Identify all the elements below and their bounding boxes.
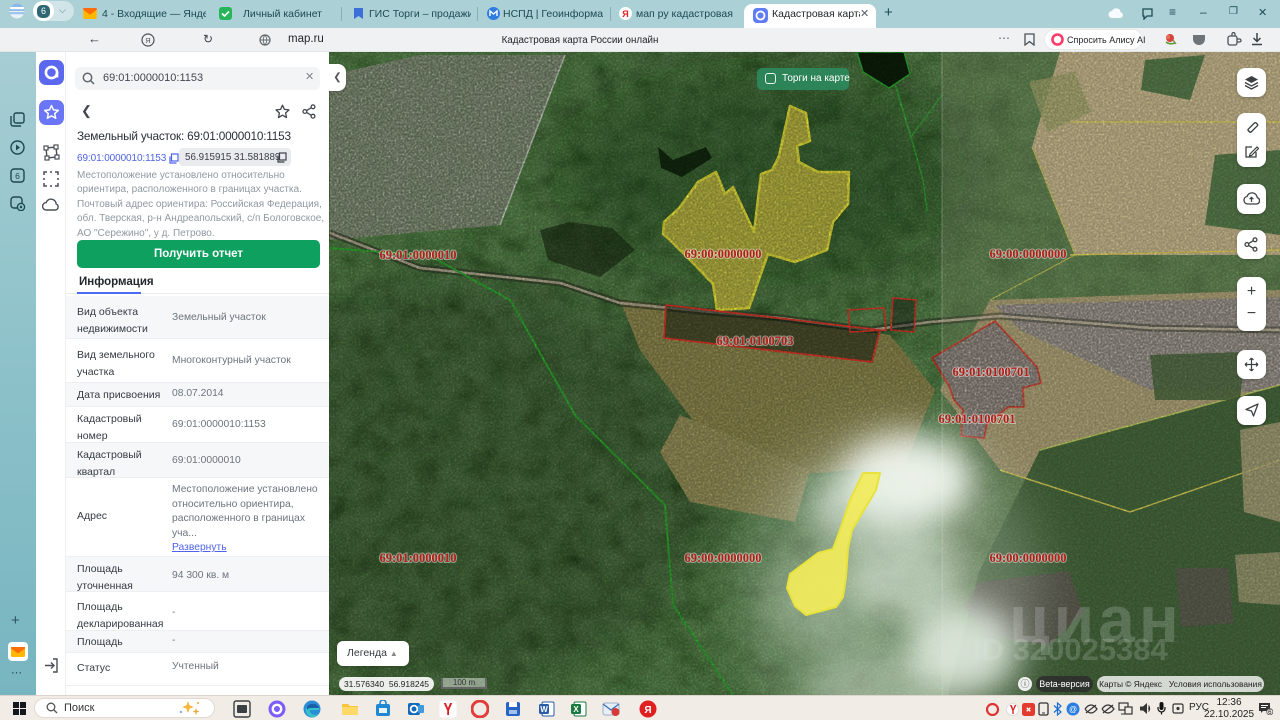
svg-text:@: @ bbox=[1069, 705, 1077, 714]
svg-text:69:00:0000000: 69:00:0000000 bbox=[684, 247, 761, 261]
svg-text:69:01:0100703: 69:01:0100703 bbox=[716, 334, 793, 348]
svg-text:W: W bbox=[540, 705, 548, 714]
svg-text:69:01:0100701: 69:01:0100701 bbox=[952, 365, 1029, 379]
svg-text:Я: Я bbox=[145, 36, 150, 45]
svg-text:Я: Я bbox=[622, 9, 628, 19]
svg-text:Я: Я bbox=[644, 705, 651, 716]
svg-text:6: 6 bbox=[15, 171, 20, 181]
svg-text:ID 320025384: ID 320025384 bbox=[973, 632, 1169, 667]
svg-text:69:00:0000000: 69:00:0000000 bbox=[989, 247, 1066, 261]
svg-text:69:00:0000000: 69:00:0000000 bbox=[989, 551, 1066, 565]
svg-text:69:01:0100701: 69:01:0100701 bbox=[938, 412, 1015, 426]
svg-text:69:00:0000000: 69:00:0000000 bbox=[684, 551, 761, 565]
svg-text:X: X bbox=[573, 705, 579, 714]
svg-text:69:01:0000010: 69:01:0000010 bbox=[379, 248, 456, 262]
svg-text:69:01:0000010: 69:01:0000010 bbox=[379, 551, 456, 565]
